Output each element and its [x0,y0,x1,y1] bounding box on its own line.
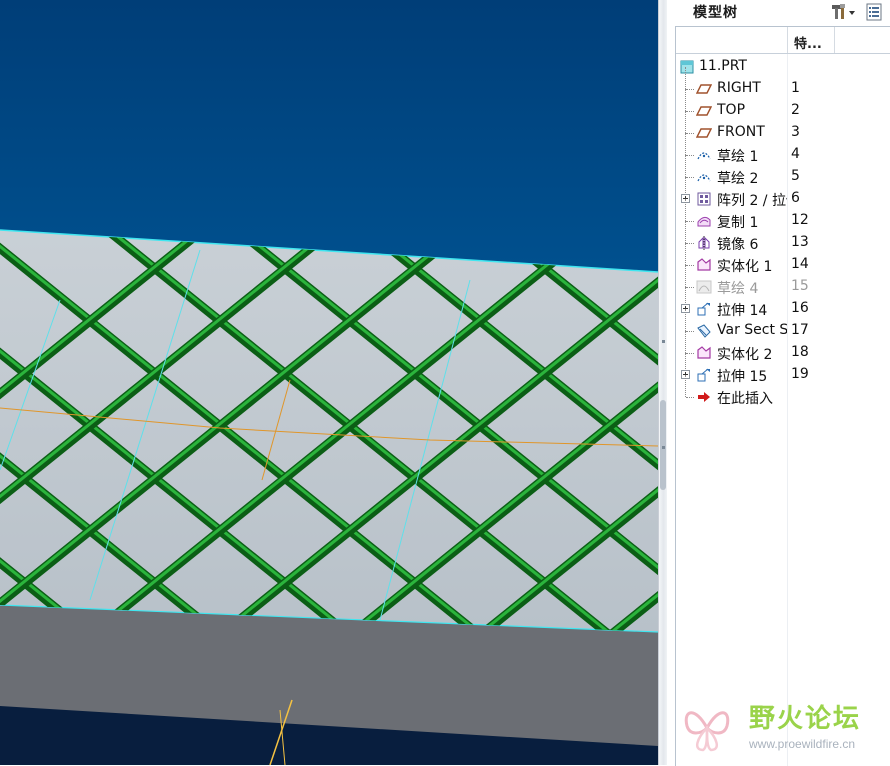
column-feature-id[interactable]: 特... [794,33,822,52]
mirror-icon [696,236,712,250]
tree-item-sketch-2[interactable]: 草绘 2 5 [676,155,890,188]
tree-item-label: TOP [717,102,746,118]
watermark-title: 野火论坛 [749,704,862,734]
sketch-icon [696,280,712,294]
tree-item-label: 实体化 2 [717,347,773,363]
tree-item-id: 17 [791,322,809,338]
watermark-url: www.proewildfire.cn [749,737,856,751]
show-columns-button[interactable] [864,2,884,22]
tree-item-id: 19 [791,366,809,382]
part-icon [680,60,696,74]
tree-item-solidify-1[interactable]: 实体化 1 14 [676,243,890,276]
datum-plane-icon [695,126,713,140]
tree-root-part[interactable]: 11.PRT [676,56,890,78]
tree-item-id: 13 [791,234,809,250]
tree-item-copy-1[interactable]: 复制 1 12 [676,199,890,232]
tree-column-header: 特... [676,27,890,54]
tree-item-pattern-2[interactable]: 阵列 2 / 拉伸 5 6 [676,177,890,210]
tree-item-id: 1 [791,80,800,96]
tree-item-solidify-2[interactable]: 实体化 2 18 [676,331,890,364]
solidify-icon [696,258,712,272]
forum-watermark: 野火论坛 www.proewildfire.cn [677,694,887,764]
tree-item-label: 在此插入 [717,391,773,407]
tree-item-label: 镜像 6 [717,237,759,253]
settings-tools-icon [832,4,855,19]
model-tree: 特... 11.PRT RIGHT 1 TOP 2 FRONT 3 草绘 1 4… [675,26,890,766]
insert-here-icon [696,390,712,404]
divider-handle[interactable] [660,400,666,490]
butterfly-logo-icon [684,711,730,752]
tree-item-insert-here[interactable]: 在此插入 [676,375,890,408]
tree-item-label: 拉伸 15 [717,369,768,385]
tree-item-label: FRONT [717,124,765,140]
tree-item-id: 2 [791,102,800,118]
column-name[interactable] [676,27,788,53]
tree-item-sketch-1[interactable]: 草绘 1 4 [676,133,890,166]
sketch-icon [696,170,712,184]
tree-item-id: 16 [791,300,809,316]
tree-item-top[interactable]: TOP 2 [676,89,890,122]
sweep-icon [696,324,712,338]
tree-item-label: 阵列 2 / 拉伸 5 [717,193,787,209]
tree-item-label: 草绘 2 [717,171,759,187]
model-render [0,229,658,765]
copy-icon [696,214,712,228]
tree-item-label: 拉伸 14 [717,303,768,319]
graphics-viewport[interactable] [0,0,658,765]
list-columns-icon [866,3,882,21]
tree-item-label: 复制 1 [717,215,759,231]
datum-plane-icon [695,82,713,96]
pattern-icon [696,192,712,206]
tree-item-label: 草绘 4 [717,281,759,297]
datum-plane-icon [695,104,713,118]
tree-root-label: 11.PRT [699,58,747,74]
extrude-icon [696,302,712,316]
sketch-icon [696,148,712,162]
divider-grip [662,340,665,343]
tree-item-id: 12 [791,212,809,228]
tree-item-extrude-15[interactable]: 拉伸 15 19 [676,353,890,386]
tree-item-id: 14 [791,256,809,272]
tree-item-label: 草绘 1 [717,149,759,165]
tree-item-id: 5 [791,168,800,184]
tree-item-id: 3 [791,124,800,140]
tree-item-label: 实体化 1 [717,259,773,275]
tree-item-label: RIGHT [717,80,761,96]
tree-item-id: 15 [791,278,809,294]
panel-title: 模型树 [693,5,738,21]
tree-item-id: 18 [791,344,809,360]
tree-item-front[interactable]: FRONT 3 [676,111,890,144]
tree-item-right[interactable]: RIGHT 1 [676,67,890,100]
solidify-icon [696,346,712,360]
tree-settings-button[interactable] [829,2,857,22]
extrude-icon [696,368,712,382]
tree-item-extrude-14[interactable]: 拉伸 14 16 [676,287,890,320]
tree-item-id: 6 [791,190,800,206]
model-tree-panel: 模型树 特... 11.PRT RIGHT 1 TOP 2 FRONT 3 草绘… [667,0,890,766]
tree-item-label: Var Sect Sweep [717,322,787,338]
panel-header: 模型树 [667,0,890,25]
tree-item-sketch-4[interactable]: 草绘 4 15 [676,265,890,298]
tree-item-var-sect-sweep[interactable]: Var Sect Sweep 17 [676,309,890,342]
divider-grip [662,446,665,449]
tree-item-id: 4 [791,146,800,162]
tree-item-mirror-6[interactable]: 镜像 6 13 [676,221,890,254]
